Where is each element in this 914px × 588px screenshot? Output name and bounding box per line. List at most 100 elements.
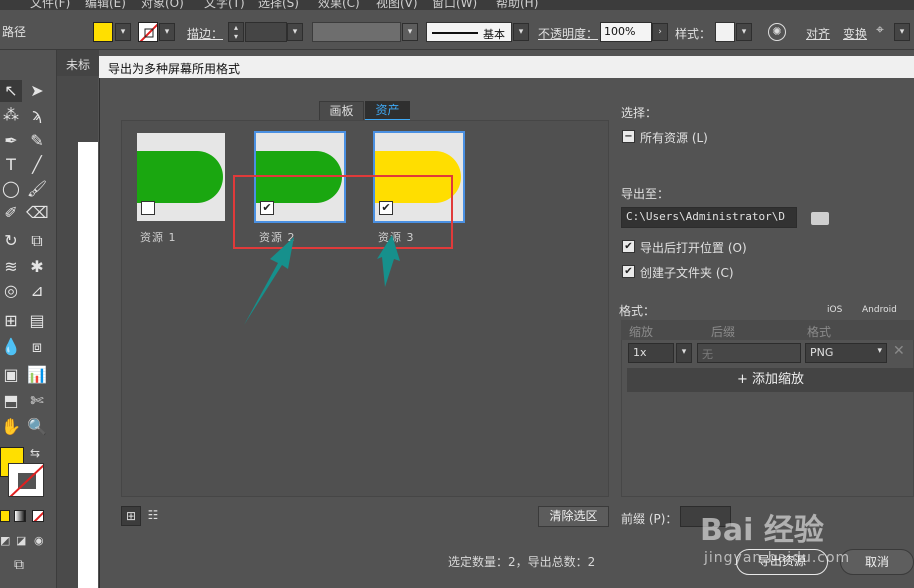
list-view-icon[interactable]: ☷ [143, 506, 163, 526]
more-dropdown-icon[interactable]: ▾ [894, 23, 910, 41]
ellipse-tool-icon[interactable]: ◯ [0, 178, 22, 200]
draw-inside-icon[interactable]: ◉ [34, 534, 44, 547]
puppet-warp-tool-icon[interactable]: ✱ [26, 256, 48, 278]
clear-selection-button[interactable]: 清除选区 [538, 506, 609, 527]
swap-colors-icon[interactable]: ⇆ [30, 446, 40, 460]
tab-artboards[interactable]: 画板 [319, 101, 364, 121]
mesh-tool-icon[interactable]: ⊞ [0, 310, 22, 332]
rotate-tool-icon[interactable]: ↻ [0, 230, 22, 252]
style-dropdown-icon[interactable]: ▾ [736, 23, 752, 41]
folder-icon[interactable] [811, 212, 829, 225]
menu-help[interactable]: 帮助(H) [496, 0, 538, 10]
stroke-weight-input[interactable] [245, 22, 287, 42]
stroke-swatch[interactable] [138, 22, 158, 42]
curvature-tool-icon[interactable]: ✎ [26, 130, 48, 152]
column-graph-tool-icon[interactable]: 📊 [26, 364, 48, 386]
shaper-tool-icon[interactable]: ✐ [0, 202, 22, 224]
brush-definition[interactable]: 基本 [426, 22, 512, 42]
scale-tool-icon[interactable]: ⧉ [26, 230, 48, 252]
select-label: 选择： [621, 106, 658, 120]
zoom-tool-icon[interactable]: 🔍 [26, 416, 48, 438]
direct-selection-tool-icon[interactable]: ➤ [26, 80, 48, 102]
none-mode-icon[interactable] [32, 510, 44, 522]
plus-icon: + [736, 372, 752, 387]
grid-view-icon[interactable]: ⊞ [121, 506, 141, 526]
fill-swatch[interactable] [93, 22, 113, 42]
menu-effect[interactable]: 效果(C) [318, 0, 360, 10]
symbol-sprayer-tool-icon[interactable]: ▣ [0, 364, 22, 386]
eyedropper-tool-icon[interactable]: 💧 [0, 336, 22, 358]
open-after-export-checkbox[interactable]: ✔ [622, 240, 635, 253]
lasso-tool-icon[interactable]: ϡ [26, 104, 48, 126]
opacity-input[interactable]: 100% [600, 22, 652, 42]
stroke-color-swatch[interactable] [8, 463, 44, 497]
suffix-input[interactable]: 无 [697, 343, 801, 363]
tools-panel: ↖ ➤ ⁂ ϡ ✒ ✎ T ╱ ◯ 🖌 ✐ ⌫ ↻ ⧉ ≋ ✱ ◎ ⊿ ⊞ ▤ … [0, 50, 57, 588]
watermark-logo: Bai 经验 [700, 513, 824, 548]
tab-assets[interactable]: 资产 [365, 101, 410, 121]
opacity-label[interactable]: 不透明度： [538, 25, 598, 42]
menu-window[interactable]: 窗口(W) [432, 0, 477, 10]
asset-thumbnail-1[interactable] [137, 133, 225, 221]
transform-button[interactable]: 变换 [843, 25, 867, 42]
ios-preset-button[interactable]: iOS [827, 305, 842, 315]
align-button[interactable]: 对齐 [806, 25, 830, 42]
stroke-stepper[interactable]: ▴ ▾ [228, 22, 244, 42]
slice-tool-icon[interactable]: ✄ [26, 390, 48, 412]
selection-tool-icon[interactable]: ↖ [0, 80, 22, 102]
export-path-input[interactable]: C:\Users\Administrator\D [621, 207, 797, 228]
profile-dropdown-icon[interactable]: ▾ [402, 23, 418, 41]
scale-dropdown-icon[interactable]: ▾ [676, 343, 692, 363]
recolor-icon[interactable]: ✺ [768, 23, 786, 41]
isolate-icon[interactable]: ⌖ [876, 22, 884, 38]
menu-edit[interactable]: 编辑(E) [85, 0, 126, 10]
graphic-style-swatch[interactable] [715, 22, 735, 42]
remove-scale-icon[interactable]: ✕ [893, 343, 905, 359]
android-preset-button[interactable]: Android [862, 305, 897, 315]
width-tool-icon[interactable]: ≋ [0, 256, 22, 278]
brush-dropdown-icon[interactable]: ▾ [513, 23, 529, 41]
blend-tool-icon[interactable]: ⧈ [26, 336, 48, 358]
opacity-arrow-icon[interactable]: › [652, 23, 668, 41]
perspective-grid-tool-icon[interactable]: ⊿ [26, 280, 48, 302]
stroke-weight-dropdown-icon[interactable]: ▾ [287, 23, 303, 41]
menu-select[interactable]: 选择(S) [258, 0, 299, 10]
document-tab[interactable]: 未标题 [57, 50, 99, 89]
all-assets-checkbox[interactable]: − [622, 130, 635, 143]
add-scale-button[interactable]: + 添加缩放 [627, 368, 914, 392]
stroke-dropdown-icon[interactable]: ▾ [159, 23, 175, 41]
format-table-header [621, 320, 914, 340]
dialog-title: 导出为多种屏幕所用格式 [99, 56, 914, 78]
fill-dropdown-icon[interactable]: ▾ [115, 23, 131, 41]
gradient-mode-icon[interactable] [14, 510, 26, 522]
col-suffix-header: 后缀 [711, 325, 736, 339]
variable-width-profile[interactable] [312, 22, 401, 42]
draw-behind-icon[interactable]: ◪ [16, 534, 26, 547]
format-select[interactable]: PNG ▾ [805, 343, 887, 363]
eraser-tool-icon[interactable]: ⌫ [26, 202, 49, 224]
line-tool-icon[interactable]: ╱ [26, 154, 48, 176]
hand-tool-icon[interactable]: ✋ [0, 416, 22, 438]
artboard-tool-icon[interactable]: ⬒ [0, 390, 22, 412]
screen-mode-icon[interactable]: ⧉ [14, 557, 24, 573]
cancel-button[interactable]: 取消 [840, 549, 914, 575]
col-scale-header: 缩放 [629, 325, 654, 339]
asset-checkbox-1[interactable] [141, 201, 155, 215]
menu-type[interactable]: 文字(T) [204, 0, 245, 10]
shape-builder-tool-icon[interactable]: ◎ [0, 280, 22, 302]
draw-normal-icon[interactable]: ◩ [0, 534, 10, 547]
create-subfolders-checkbox[interactable]: ✔ [622, 265, 635, 278]
pen-tool-icon[interactable]: ✒ [0, 130, 22, 152]
menu-view[interactable]: 视图(V) [376, 0, 418, 10]
annotation-arrows-icon [244, 235, 400, 325]
menu-object[interactable]: 对象(O) [141, 0, 184, 10]
magic-wand-tool-icon[interactable]: ⁂ [0, 104, 22, 126]
menu-file[interactable]: 文件(F) [30, 0, 70, 10]
paintbrush-tool-icon[interactable]: 🖌 [26, 178, 48, 200]
stroke-label[interactable]: 描边： [187, 25, 223, 42]
color-mode-icon[interactable] [0, 510, 10, 522]
scale-input[interactable]: 1x [628, 343, 674, 363]
gradient-tool-icon[interactable]: ▤ [26, 310, 48, 332]
type-tool-icon[interactable]: T [0, 154, 22, 176]
format-select-value: PNG [810, 346, 834, 359]
